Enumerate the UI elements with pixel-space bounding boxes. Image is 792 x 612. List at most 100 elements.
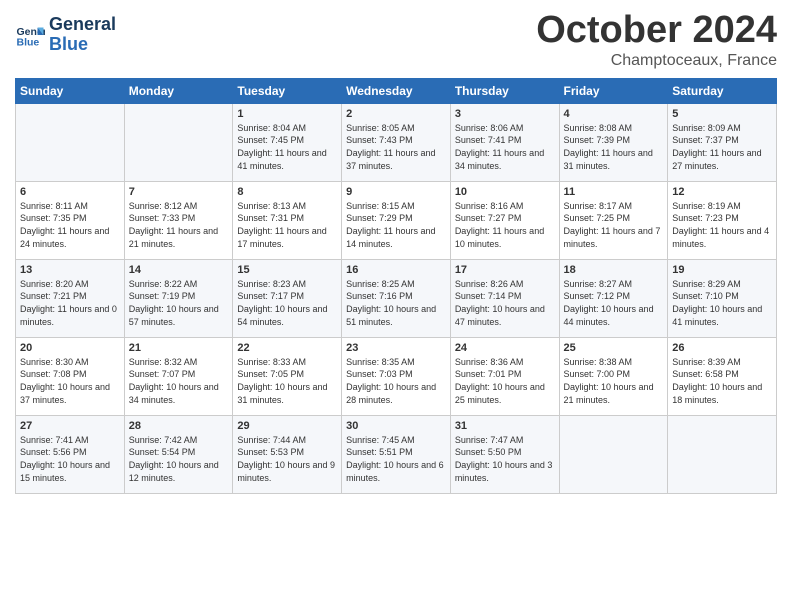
day-info: Sunrise: 8:38 AMSunset: 7:00 PMDaylight:…	[564, 356, 664, 406]
day-info: Sunrise: 8:22 AMSunset: 7:19 PMDaylight:…	[129, 278, 229, 328]
calendar-cell	[124, 103, 233, 181]
week-row-1: 1Sunrise: 8:04 AMSunset: 7:45 PMDaylight…	[16, 103, 777, 181]
day-info: Sunrise: 8:26 AMSunset: 7:14 PMDaylight:…	[455, 278, 555, 328]
day-number: 23	[346, 342, 446, 354]
calendar-cell: 30 Sunrise: 7:45 AMSunset: 5:51 PMDayligh…	[342, 415, 451, 493]
calendar-cell: 26Sunrise: 8:39 AMSunset: 6:58 PMDayligh…	[668, 337, 777, 415]
weekday-header-saturday: Saturday	[668, 78, 777, 103]
calendar-cell: 9Sunrise: 8:15 AMSunset: 7:29 PMDaylight…	[342, 181, 451, 259]
day-info: Sunrise: 8:23 AMSunset: 7:17 PMDaylight:…	[237, 278, 337, 328]
calendar-cell: 6Sunrise: 8:11 AMSunset: 7:35 PMDaylight…	[16, 181, 125, 259]
calendar-cell: 25Sunrise: 8:38 AMSunset: 7:00 PMDayligh…	[559, 337, 668, 415]
week-row-2: 6Sunrise: 8:11 AMSunset: 7:35 PMDaylight…	[16, 181, 777, 259]
svg-text:Blue: Blue	[17, 36, 40, 48]
day-number: 7	[129, 186, 229, 198]
day-number: 20	[20, 342, 120, 354]
day-info: Sunrise: 8:33 AMSunset: 7:05 PMDaylight:…	[237, 356, 337, 406]
calendar-cell: 15 Sunrise: 8:23 AMSunset: 7:17 PMDayligh…	[233, 259, 342, 337]
day-info: Sunrise: 8:35 AMSunset: 7:03 PMDaylight:…	[346, 356, 446, 406]
day-number: 5	[672, 108, 772, 120]
day-number: 18	[564, 264, 664, 276]
day-info: Sunrise: 8:15 AMSunset: 7:29 PMDaylight:…	[346, 200, 446, 250]
day-info: Sunrise: 8:30 AMSunset: 7:08 PMDaylight:…	[20, 356, 120, 406]
calendar-cell: 24Sunrise: 8:36 AMSunset: 7:01 PMDayligh…	[450, 337, 559, 415]
day-info: Sunrise: 7:47 AMSunset: 5:50 PMDaylight:…	[455, 434, 555, 484]
calendar-cell: 11Sunrise: 8:17 AMSunset: 7:25 PMDayligh…	[559, 181, 668, 259]
day-info: Sunrise: 7:45 AMSunset: 5:51 PMDaylight:…	[346, 434, 446, 484]
calendar-cell: 28Sunrise: 7:42 AMSunset: 5:54 PMDayligh…	[124, 415, 233, 493]
day-info: Sunrise: 8:19 AMSunset: 7:23 PMDaylight:…	[672, 200, 772, 250]
day-number: 29	[237, 420, 337, 432]
calendar-cell: 2Sunrise: 8:05 AMSunset: 7:43 PMDaylight…	[342, 103, 451, 181]
day-info: Sunrise: 8:17 AMSunset: 7:25 PMDaylight:…	[564, 200, 664, 250]
calendar-cell: 5 Sunrise: 8:09 AMSunset: 7:37 PMDaylight…	[668, 103, 777, 181]
calendar-cell: 1Sunrise: 8:04 AMSunset: 7:45 PMDaylight…	[233, 103, 342, 181]
calendar-cell: 13Sunrise: 8:20 AMSunset: 7:21 PMDayligh…	[16, 259, 125, 337]
day-number: 19	[672, 264, 772, 276]
day-info: Sunrise: 8:16 AMSunset: 7:27 PMDaylight:…	[455, 200, 555, 250]
calendar-cell: 27 Sunrise: 7:41 AMSunset: 5:56 PMDayligh…	[16, 415, 125, 493]
calendar-cell: 23 Sunrise: 8:35 AMSunset: 7:03 PMDayligh…	[342, 337, 451, 415]
calendar-cell: 18 Sunrise: 8:27 AMSunset: 7:12 PMDayligh…	[559, 259, 668, 337]
calendar-cell: 19Sunrise: 8:29 AMSunset: 7:10 PMDayligh…	[668, 259, 777, 337]
day-info: Sunrise: 8:12 AMSunset: 7:33 PMDaylight:…	[129, 200, 229, 250]
day-number: 30	[346, 420, 446, 432]
day-info: Sunrise: 8:04 AMSunset: 7:45 PMDaylight:…	[237, 122, 337, 172]
day-info: Sunrise: 8:32 AMSunset: 7:07 PMDaylight:…	[129, 356, 229, 406]
day-info: Sunrise: 8:39 AMSunset: 6:58 PMDaylight:…	[672, 356, 772, 406]
day-number: 16	[346, 264, 446, 276]
calendar-cell: 16 Sunrise: 8:25 AMSunset: 7:16 PMDayligh…	[342, 259, 451, 337]
calendar-cell: 31Sunrise: 7:47 AMSunset: 5:50 PMDayligh…	[450, 415, 559, 493]
logo: General Blue General Blue	[15, 15, 116, 55]
calendar-cell: 22 Sunrise: 8:33 AMSunset: 7:05 PMDayligh…	[233, 337, 342, 415]
day-info: Sunrise: 8:13 AMSunset: 7:31 PMDaylight:…	[237, 200, 337, 250]
day-number: 12	[672, 186, 772, 198]
day-info: Sunrise: 8:36 AMSunset: 7:01 PMDaylight:…	[455, 356, 555, 406]
calendar-cell: 21 Sunrise: 8:32 AMSunset: 7:07 PMDayligh…	[124, 337, 233, 415]
logo-text-blue: Blue	[49, 35, 116, 55]
day-number: 2	[346, 108, 446, 120]
day-number: 22	[237, 342, 337, 354]
calendar-cell: 7 Sunrise: 8:12 AMSunset: 7:33 PMDaylight…	[124, 181, 233, 259]
calendar-cell: 3Sunrise: 8:06 AMSunset: 7:41 PMDaylight…	[450, 103, 559, 181]
weekday-header-friday: Friday	[559, 78, 668, 103]
week-row-4: 20 Sunrise: 8:30 AMSunset: 7:08 PMDayligh…	[16, 337, 777, 415]
day-info: Sunrise: 7:41 AMSunset: 5:56 PMDaylight:…	[20, 434, 120, 484]
day-number: 13	[20, 264, 120, 276]
calendar-cell: 14Sunrise: 8:22 AMSunset: 7:19 PMDayligh…	[124, 259, 233, 337]
day-number: 10	[455, 186, 555, 198]
month-title: October 2024	[536, 10, 777, 52]
calendar-cell: 12 Sunrise: 8:19 AMSunset: 7:23 PMDayligh…	[668, 181, 777, 259]
day-info: Sunrise: 7:44 AMSunset: 5:53 PMDaylight:…	[237, 434, 337, 484]
logo-text-general: General	[49, 15, 116, 35]
day-number: 15	[237, 264, 337, 276]
weekday-header-sunday: Sunday	[16, 78, 125, 103]
title-block: October 2024 Champtoceaux, France	[536, 10, 777, 70]
week-row-5: 27 Sunrise: 7:41 AMSunset: 5:56 PMDayligh…	[16, 415, 777, 493]
day-number: 4	[564, 108, 664, 120]
calendar-header: General Blue General Blue October 2024 C…	[15, 10, 777, 70]
day-info: Sunrise: 7:42 AMSunset: 5:54 PMDaylight:…	[129, 434, 229, 484]
day-number: 8	[237, 186, 337, 198]
calendar-cell: 8 Sunrise: 8:13 AMSunset: 7:31 PMDaylight…	[233, 181, 342, 259]
weekday-header-thursday: Thursday	[450, 78, 559, 103]
day-number: 6	[20, 186, 120, 198]
calendar-cell: 10 Sunrise: 8:16 AMSunset: 7:27 PMDayligh…	[450, 181, 559, 259]
calendar-cell: 17 Sunrise: 8:26 AMSunset: 7:14 PMDayligh…	[450, 259, 559, 337]
calendar-cell	[16, 103, 125, 181]
weekday-header-monday: Monday	[124, 78, 233, 103]
day-info: Sunrise: 8:25 AMSunset: 7:16 PMDaylight:…	[346, 278, 446, 328]
day-info: Sunrise: 8:27 AMSunset: 7:12 PMDaylight:…	[564, 278, 664, 328]
day-info: Sunrise: 8:09 AMSunset: 7:37 PMDaylight:…	[672, 122, 772, 172]
day-number: 21	[129, 342, 229, 354]
calendar-cell	[559, 415, 668, 493]
day-number: 17	[455, 264, 555, 276]
calendar-container: General Blue General Blue October 2024 C…	[0, 0, 792, 504]
day-number: 3	[455, 108, 555, 120]
day-number: 27	[20, 420, 120, 432]
calendar-cell	[668, 415, 777, 493]
calendar-cell: 20 Sunrise: 8:30 AMSunset: 7:08 PMDayligh…	[16, 337, 125, 415]
calendar-table: SundayMondayTuesdayWednesdayThursdayFrid…	[15, 78, 777, 494]
week-row-3: 13Sunrise: 8:20 AMSunset: 7:21 PMDayligh…	[16, 259, 777, 337]
logo-icon: General Blue	[15, 20, 45, 50]
